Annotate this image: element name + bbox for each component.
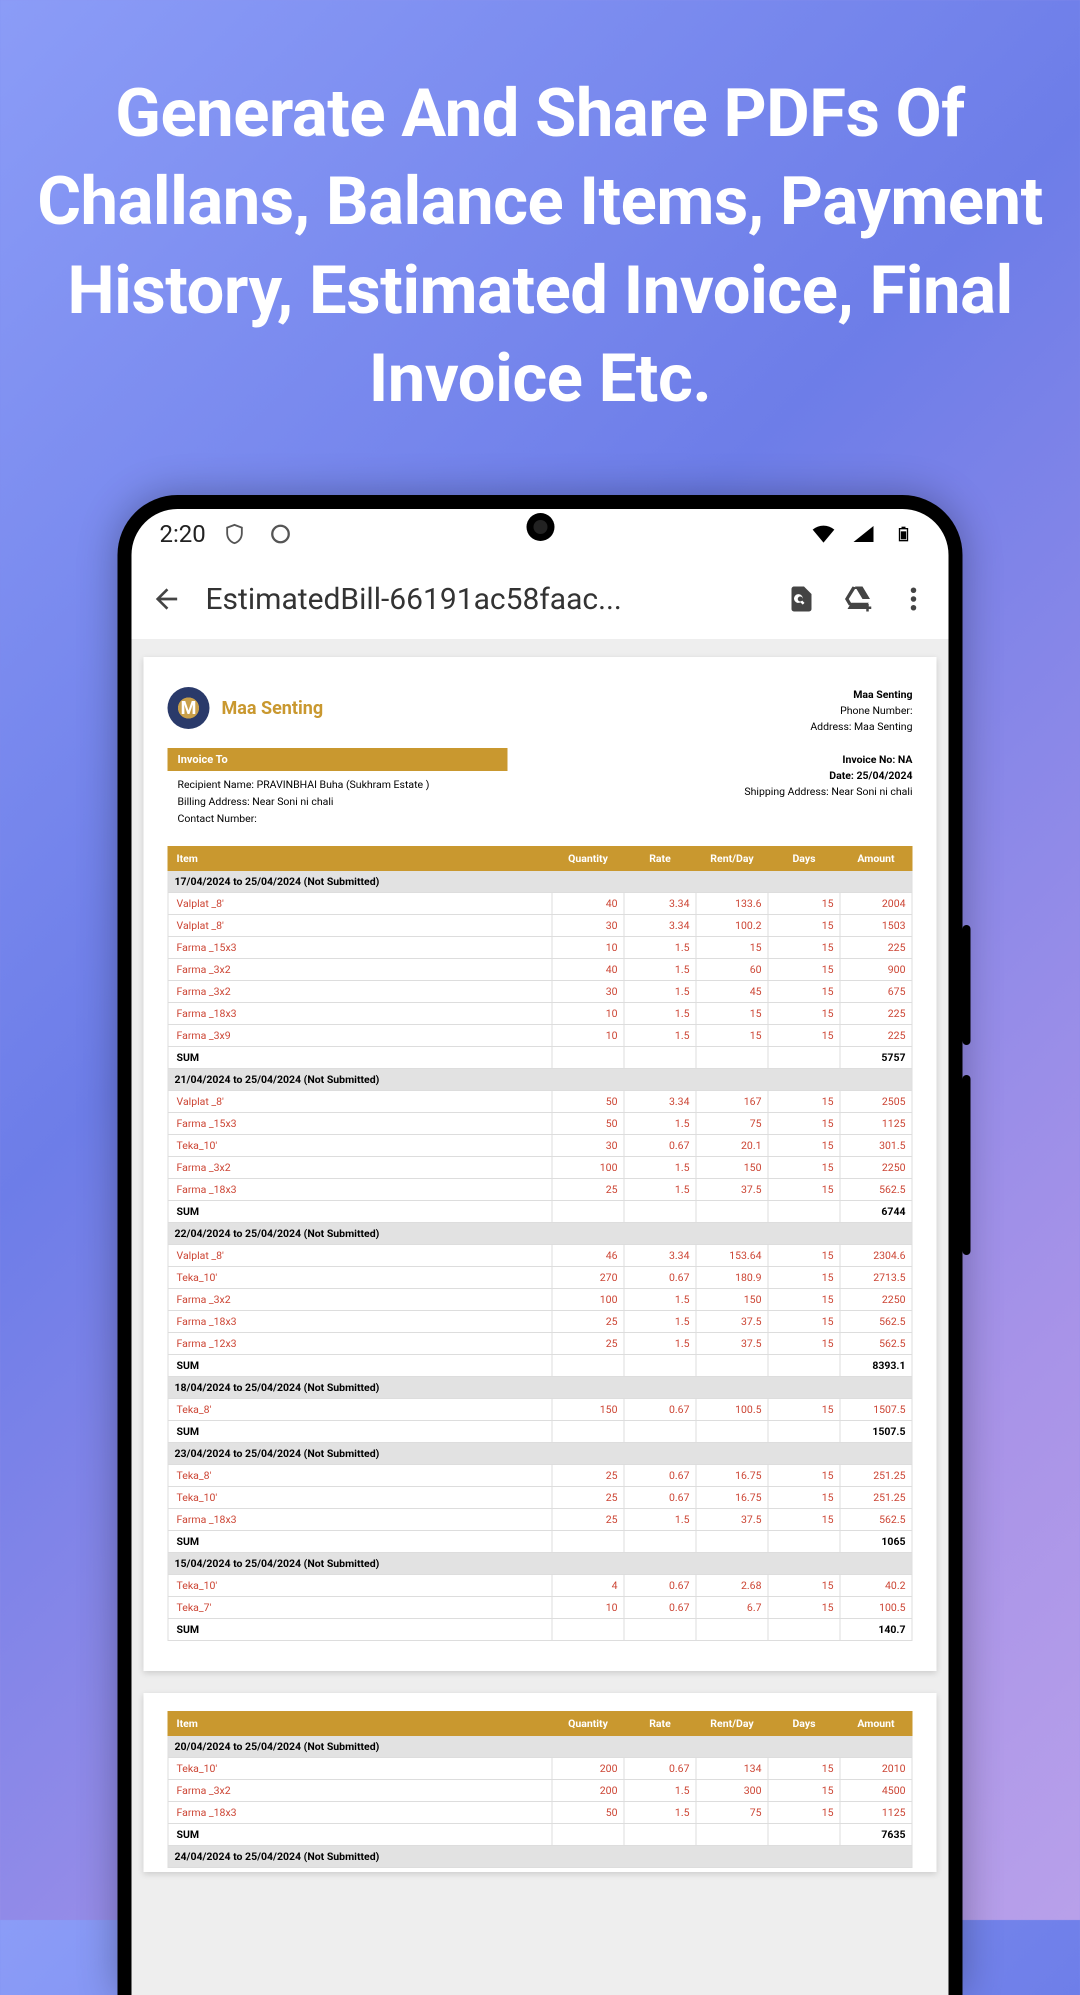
company-name: Maa Senting (222, 698, 324, 719)
table-section-header: 20/04/2024 to 25/04/2024 (Not Submitted) (168, 1735, 912, 1757)
pdf-page-1: M Maa Senting Maa Senting Phone Number: … (144, 657, 937, 1671)
invoice-table-2: Item Quantity Rate Rent/Day Days Amount … (168, 1711, 913, 1868)
camera-notch (526, 513, 554, 541)
table-row: Farma _15x3101.51515225 (168, 936, 912, 958)
back-icon[interactable] (150, 582, 184, 616)
invoice-table: Item Quantity Rate Rent/Day Days Amount … (168, 846, 913, 1641)
status-time: 2:20 (160, 520, 206, 548)
table-row: Farma _18x3251.537.515562.5 (168, 1310, 912, 1332)
table-row: Teka_8'1500.67100.5151507.5 (168, 1398, 912, 1420)
table-row: Teka_8'250.6716.7515251.25 (168, 1464, 912, 1486)
table-sum-row: SUM1507.5 (168, 1420, 912, 1442)
wifi-icon (807, 517, 841, 551)
table-row: Farma _15x3501.575151125 (168, 1112, 912, 1134)
phone-frame: 2:20 (118, 495, 963, 1995)
table-row: Farma _18x3251.537.515562.5 (168, 1178, 912, 1200)
table-row: Valplat _8'303.34100.2151503 (168, 914, 912, 936)
table-row: Valplat _8'503.34167152505 (168, 1090, 912, 1112)
table-row: Farma _18x3501.575151125 (168, 1801, 912, 1823)
phone-screen: 2:20 (132, 509, 949, 1995)
table-row: Valplat _8'463.34153.64152304.6 (168, 1244, 912, 1266)
marketing-headline: Generate And Share PDFs Of Challans, Bal… (0, 0, 1080, 464)
table-sum-row: SUM1065 (168, 1530, 912, 1552)
table-row: Teka_10'2700.67180.9152713.5 (168, 1266, 912, 1288)
table-section-header: 15/04/2024 to 25/04/2024 (Not Submitted) (168, 1552, 912, 1574)
more-vert-icon[interactable] (897, 582, 931, 616)
table-row: Farma _3x2401.56015900 (168, 958, 912, 980)
table-section-header: 18/04/2024 to 25/04/2024 (Not Submitted) (168, 1376, 912, 1398)
circle-icon (264, 517, 298, 551)
table-section-header: 21/04/2024 to 25/04/2024 (Not Submitted) (168, 1068, 912, 1090)
table-row: Valplat _8'403.34133.6152004 (168, 892, 912, 914)
table-sum-row: SUM6744 (168, 1200, 912, 1222)
pdf-page-2: Item Quantity Rate Rent/Day Days Amount … (144, 1693, 937, 1872)
table-row: Teka_10'2000.67134152010 (168, 1757, 912, 1779)
company-contact: Maa Senting Phone Number: Address: Maa S… (810, 687, 912, 734)
table-row: Farma _3x22001.5300154500 (168, 1779, 912, 1801)
table-row: Farma _3x21001.5150152250 (168, 1156, 912, 1178)
table-sum-row: SUM7635 (168, 1823, 912, 1845)
table-row: Teka_10'300.6720.115301.5 (168, 1134, 912, 1156)
table-row: Farma _18x3101.51515225 (168, 1002, 912, 1024)
table-section-header: 24/04/2024 to 25/04/2024 (Not Submitted) (168, 1845, 912, 1867)
drive-upload-icon[interactable] (841, 582, 875, 616)
table-row: Farma _3x2301.54515675 (168, 980, 912, 1002)
table-row: Teka_7'100.676.715100.5 (168, 1596, 912, 1618)
table-section-header: 23/04/2024 to 25/04/2024 (Not Submitted) (168, 1442, 912, 1464)
table-row: Teka_10'250.6716.7515251.25 (168, 1486, 912, 1508)
phone-side-button (963, 1075, 971, 1255)
signal-icon (847, 517, 881, 551)
table-section-header: 22/04/2024 to 25/04/2024 (Not Submitted) (168, 1222, 912, 1244)
table-sum-row: SUM8393.1 (168, 1354, 912, 1376)
table-row: Teka_10'40.672.681540.2 (168, 1574, 912, 1596)
table-sum-row: SUM5757 (168, 1046, 912, 1068)
table-row: Farma _3x21001.5150152250 (168, 1288, 912, 1310)
battery-icon (887, 517, 921, 551)
app-bar: EstimatedBill-66191ac58faac... (132, 559, 949, 639)
document-viewport[interactable]: M Maa Senting Maa Senting Phone Number: … (132, 639, 949, 1995)
find-in-page-icon[interactable] (785, 582, 819, 616)
invoice-to-box: Invoice To Recipient Name: PRAVINBHAI Bu… (168, 748, 508, 833)
phone-side-button (963, 925, 971, 1045)
table-row: Farma _18x3251.537.515562.5 (168, 1508, 912, 1530)
table-sum-row: SUM140.7 (168, 1618, 912, 1640)
table-row: Farma _3x9101.51515225 (168, 1024, 912, 1046)
invoice-meta: Invoice No: NA Date: 25/04/2024 Shipping… (744, 748, 912, 799)
table-section-header: 17/04/2024 to 25/04/2024 (Not Submitted) (168, 870, 912, 892)
company-logo: M (168, 687, 210, 729)
app-bar-title: EstimatedBill-66191ac58faac... (206, 582, 763, 617)
shield-icon (218, 517, 252, 551)
table-row: Farma _12x3251.537.515562.5 (168, 1332, 912, 1354)
